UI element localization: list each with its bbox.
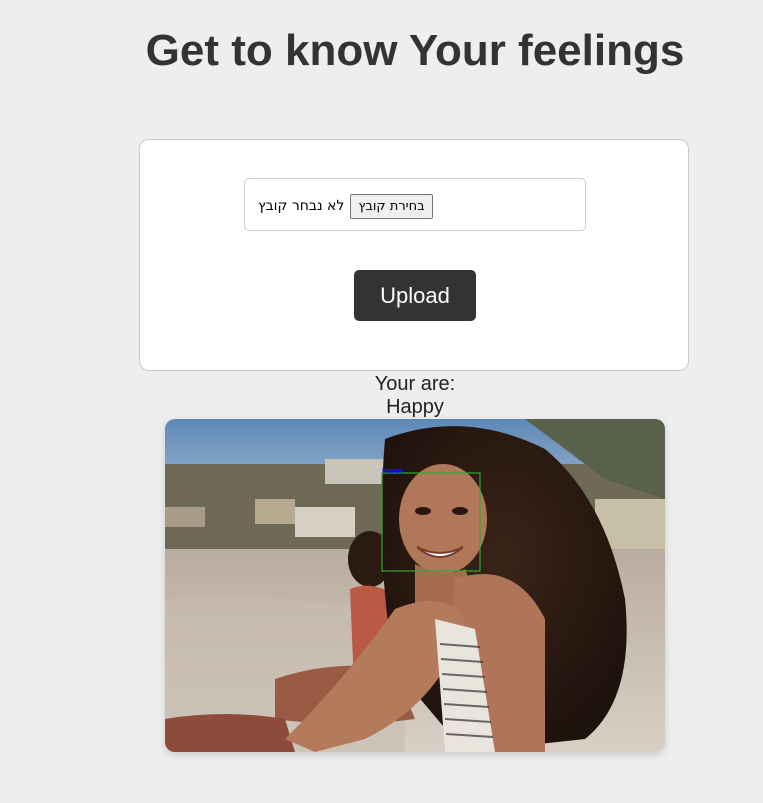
file-input[interactable]: בחירת קובץ לא נבחר קובץ [258,193,433,219]
upload-button[interactable]: Upload [354,270,476,321]
result-text: Your are: Happy [0,373,763,419]
choose-file-button[interactable]: בחירת קובץ [350,193,433,219]
result-emotion: Happy [386,396,444,418]
beach-photo-illustration: Happy [165,419,665,752]
upload-form-card: בחירת קובץ לא נבחר קובץ Upload [139,139,689,371]
result-prefix: Your are: [374,373,456,395]
page: Get to know Your feelings בחירת קובץ לא … [0,0,763,803]
file-input-box[interactable]: בחירת קובץ לא נבחר קובץ [244,178,586,231]
result-photo: Happy [165,419,665,752]
detection-label: Happy [382,468,404,475]
file-status-text: לא נבחר קובץ [258,198,345,214]
page-title: Get to know Your feelings [145,26,685,75]
